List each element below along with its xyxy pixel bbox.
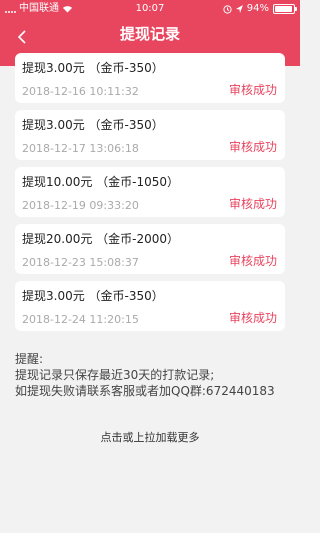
battery-percent: 94% <box>246 3 269 14</box>
load-more-button[interactable]: 点击或上拉加载更多 <box>0 429 300 445</box>
record-card[interactable]: 提现20.00元 （金币-2000） 2018-12-23 15:08:37 审… <box>15 224 285 274</box>
record-date: 2018-12-16 10:11:32 <box>22 85 139 98</box>
record-amount: 提现3.00元 （金币-350） <box>22 61 164 75</box>
record-date: 2018-12-19 09:33:20 <box>22 199 139 212</box>
record-card[interactable]: 提现10.00元 （金币-1050） 2018-12-19 09:33:20 审… <box>15 167 285 217</box>
record-amount: 提现10.00元 （金币-1050） <box>22 175 180 189</box>
record-card[interactable]: 提现3.00元 （金币-350） 2018-12-24 11:20:15 审核成… <box>15 281 285 331</box>
alarm-icon <box>223 4 232 14</box>
record-amount: 提现20.00元 （金币-2000） <box>22 232 180 246</box>
record-status: 审核成功 <box>228 311 277 325</box>
record-date: 2018-12-23 15:08:37 <box>22 256 139 269</box>
page-title: 提现记录 <box>119 25 180 43</box>
record-date: 2018-12-24 11:20:15 <box>22 313 139 326</box>
status-right: 94% <box>223 0 297 18</box>
status-bar: 中国联通 10:07 94% <box>0 0 300 18</box>
record-amount: 提现3.00元 （金币-350） <box>22 289 164 303</box>
record-status: 审核成功 <box>228 83 277 97</box>
record-card[interactable]: 提现3.00元 （金币-350） 2018-12-16 10:11:32 审核成… <box>15 53 285 103</box>
record-amount: 提现3.00元 （金币-350） <box>22 118 164 132</box>
notice-title: 提醒: <box>15 352 44 366</box>
record-status: 审核成功 <box>228 140 277 154</box>
location-icon <box>235 4 243 13</box>
notice-line-2: 如提现失败请联系客服或者加QQ群:672440183 <box>15 384 275 398</box>
battery-level <box>275 6 292 12</box>
record-date: 2018-12-17 13:06:18 <box>22 142 139 155</box>
record-card[interactable]: 提现3.00元 （金币-350） 2018-12-17 13:06:18 审核成… <box>15 110 285 160</box>
notice-line-1: 提现记录只保存最近30天的打款记录; <box>15 368 215 382</box>
record-status: 审核成功 <box>228 197 277 211</box>
notice-text: 提醒: 提现记录只保存最近30天的打款记录; 如提现失败请联系客服或者加QQ群:… <box>15 351 290 399</box>
record-status: 审核成功 <box>228 254 277 268</box>
battery-icon <box>273 4 297 14</box>
